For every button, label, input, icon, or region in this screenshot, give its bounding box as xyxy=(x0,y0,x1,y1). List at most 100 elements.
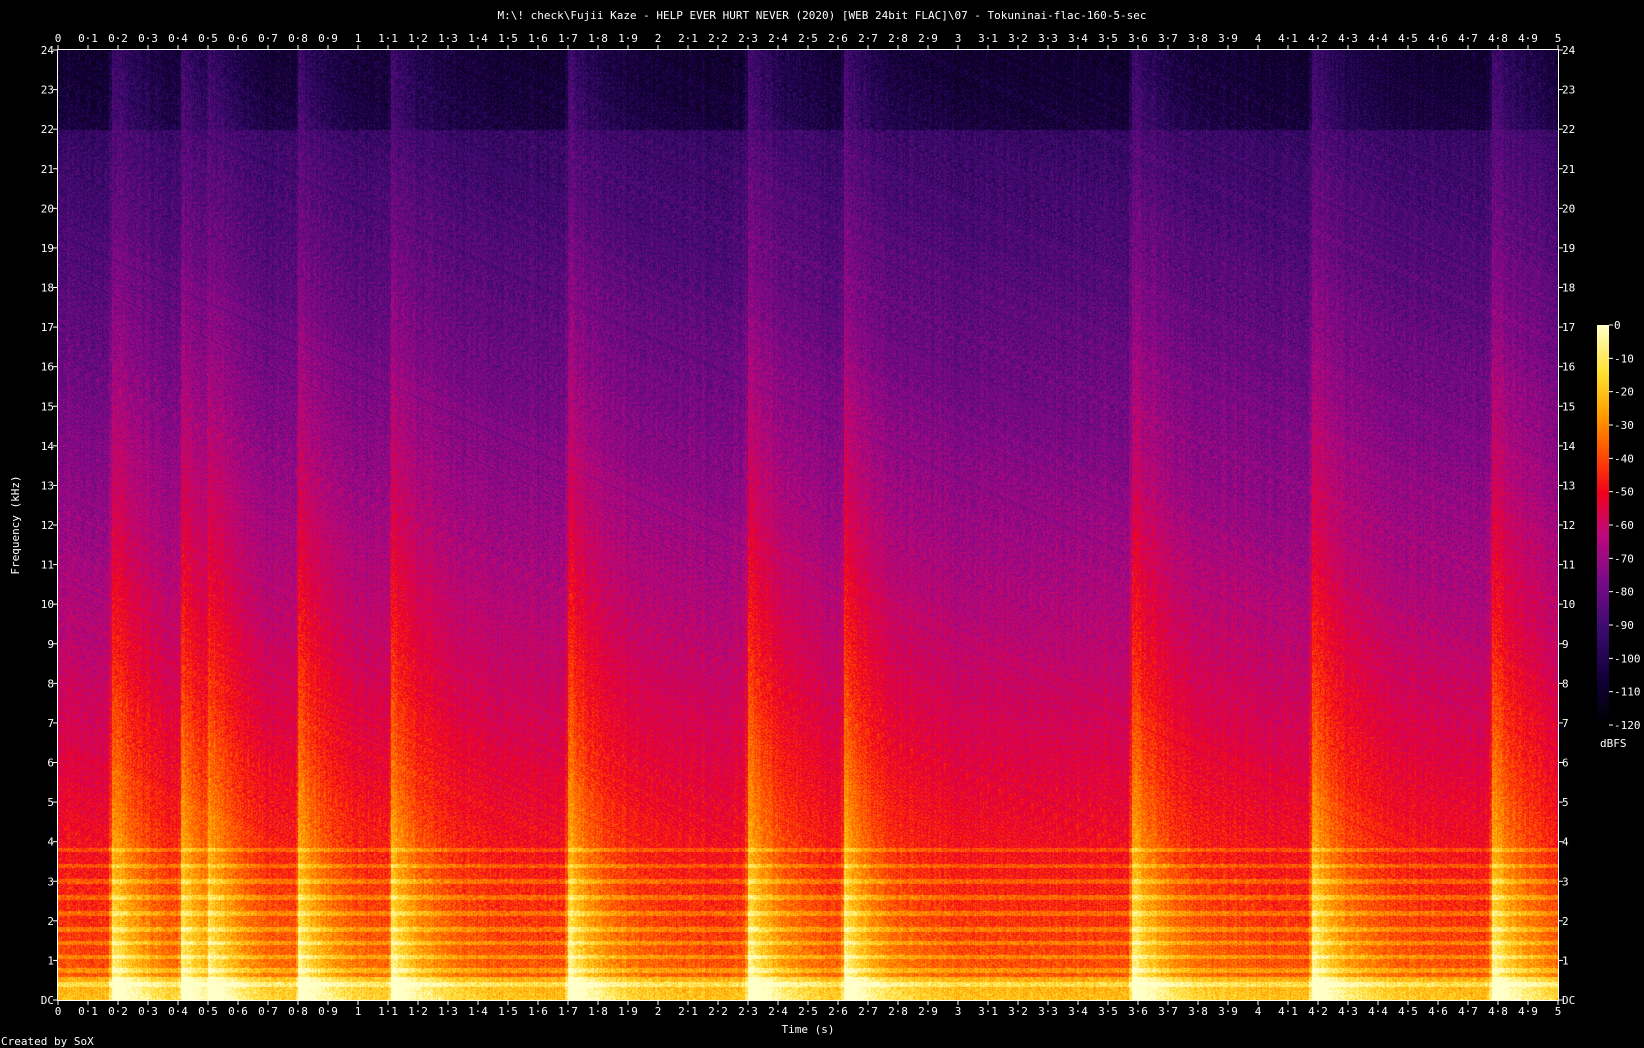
x-tick-label-top: 3·6 xyxy=(1128,32,1148,45)
x-tick-label-bottom: 1·1 xyxy=(378,1005,398,1018)
y-tick-label-left: 7 xyxy=(47,717,54,730)
y-tick-label-right: 20 xyxy=(1562,202,1575,215)
x-tick-label-bottom: 3·2 xyxy=(1008,1005,1028,1018)
y-tick-label-left: 10 xyxy=(41,598,54,611)
y-tick-label-left: 23 xyxy=(41,84,54,97)
y-tick-label-right: 18 xyxy=(1562,282,1575,295)
colorbar-tick-label: -120 xyxy=(1614,719,1641,732)
x-tick-label-top: 0 xyxy=(55,32,62,45)
x-tick-label-top: 4·7 xyxy=(1458,32,1478,45)
y-tick-label-left: 21 xyxy=(41,163,54,176)
x-tick-label-bottom: 3·3 xyxy=(1038,1005,1058,1018)
x-tick-label-bottom: 2·3 xyxy=(738,1005,758,1018)
y-tick-label-right: 1 xyxy=(1562,954,1569,967)
x-tick-label-top: 0·5 xyxy=(198,32,218,45)
x-tick-label-bottom: 3·1 xyxy=(978,1005,998,1018)
x-tick-label-bottom: 1·6 xyxy=(528,1005,548,1018)
x-tick-label-top: 2·1 xyxy=(678,32,698,45)
x-tick-label-top: 1·2 xyxy=(408,32,428,45)
spectrogram-plot-area xyxy=(58,50,1558,1000)
x-tick-label-bottom: 2·4 xyxy=(768,1005,788,1018)
x-tick-label-bottom: 4·4 xyxy=(1368,1005,1388,1018)
x-tick-label-top: 4·8 xyxy=(1488,32,1508,45)
x-tick-label-top: 0·7 xyxy=(258,32,278,45)
x-tick-label-bottom: 2·1 xyxy=(678,1005,698,1018)
x-tick-label-bottom: 0·5 xyxy=(198,1005,218,1018)
x-tick-label-top: 4·5 xyxy=(1398,32,1418,45)
y-tick-label-right: 19 xyxy=(1562,242,1575,255)
x-tick-label-top: 4·9 xyxy=(1518,32,1538,45)
y-tick-label-right: 11 xyxy=(1562,559,1575,572)
x-axis-bottom: 0 0·1 0·2 0·3 0·4 0·5 0·6 0·7 0·8 0·9 1 1·1 1·2 1·3 1·… xyxy=(55,1000,1562,1018)
colorbar-tick-label: -20 xyxy=(1614,386,1634,399)
x-tick-label-top: 2·6 xyxy=(828,32,848,45)
x-tick-label-top: 3·9 xyxy=(1218,32,1238,45)
colorbar xyxy=(1597,325,1609,725)
y-axis-left: DC12345678910111213141516171819202122232… xyxy=(41,44,58,1007)
y-tick-label-left: 19 xyxy=(41,242,54,255)
x-tick-label-bottom: 0·2 xyxy=(108,1005,128,1018)
x-tick-label-bottom: 0·1 xyxy=(78,1005,98,1018)
x-tick-label-top: 3·3 xyxy=(1038,32,1058,45)
y-tick-label-right: 6 xyxy=(1562,757,1569,770)
colorbar-tick-label: -80 xyxy=(1614,586,1634,599)
x-tick-label-bottom: 4·5 xyxy=(1398,1005,1418,1018)
colorbar-tick-label: -70 xyxy=(1614,552,1634,565)
colorbar-tick-label: -10 xyxy=(1614,352,1634,365)
colorbar-tick-label: -40 xyxy=(1614,452,1634,465)
colorbar-tick-label: -50 xyxy=(1614,486,1634,499)
y-tick-label-left: 9 xyxy=(47,638,54,651)
chart-title: M:\! check\Fujii Kaze - HELP EVER HURT N… xyxy=(497,9,1146,22)
y-tick-label-right: 23 xyxy=(1562,84,1575,97)
y-tick-label-right: 3 xyxy=(1562,875,1569,888)
x-tick-label-bottom: 5 xyxy=(1555,1005,1562,1018)
x-axis-label: Time (s) xyxy=(782,1023,835,1036)
y-tick-label-right: 9 xyxy=(1562,638,1569,651)
x-tick-label-bottom: 0·9 xyxy=(318,1005,338,1018)
x-tick-label-bottom: 1·2 xyxy=(408,1005,428,1018)
footer-credit: Created by SoX xyxy=(1,1035,94,1048)
y-tick-label-left: 15 xyxy=(41,400,54,413)
x-tick-label-bottom: 0 xyxy=(55,1005,62,1018)
x-tick-label-bottom: 1·4 xyxy=(468,1005,488,1018)
x-tick-label-top: 4·6 xyxy=(1428,32,1448,45)
y-tick-label-right: 15 xyxy=(1562,400,1575,413)
y-tick-label-right: 24 xyxy=(1562,44,1576,57)
y-tick-label-left: 12 xyxy=(41,519,54,532)
x-tick-label-top: 1·1 xyxy=(378,32,398,45)
x-tick-label-bottom: 1·9 xyxy=(618,1005,638,1018)
y-tick-label-left: 4 xyxy=(47,836,54,849)
y-tick-label-right: 10 xyxy=(1562,598,1575,611)
x-tick-label-bottom: 3·7 xyxy=(1158,1005,1178,1018)
y-axis-label: Frequency (kHz) xyxy=(9,475,22,574)
x-tick-label-top: 1·6 xyxy=(528,32,548,45)
x-tick-label-bottom: 4·8 xyxy=(1488,1005,1508,1018)
x-tick-label-top: 0·3 xyxy=(138,32,158,45)
x-tick-label-top: 0·6 xyxy=(228,32,248,45)
x-tick-label-top: 0·9 xyxy=(318,32,338,45)
colorbar-tick-label: -110 xyxy=(1614,686,1641,699)
y-tick-label-right: 12 xyxy=(1562,519,1575,532)
x-tick-label-bottom: 3 xyxy=(955,1005,962,1018)
x-tick-label-top: 1·8 xyxy=(588,32,608,45)
colorbar-tick-label: -60 xyxy=(1614,519,1634,532)
x-tick-label-top: 1 xyxy=(355,32,362,45)
y-tick-label-right: 2 xyxy=(1562,915,1569,928)
x-tick-label-bottom: 1·3 xyxy=(438,1005,458,1018)
x-tick-label-top: 2·7 xyxy=(858,32,878,45)
x-tick-label-top: 0·8 xyxy=(288,32,308,45)
y-tick-label-right: 5 xyxy=(1562,796,1569,809)
x-tick-label-top: 4 xyxy=(1255,32,1262,45)
x-tick-label-bottom: 4·7 xyxy=(1458,1005,1478,1018)
x-tick-label-top: 3·7 xyxy=(1158,32,1178,45)
y-tick-label-left: 24 xyxy=(41,44,55,57)
x-tick-label-bottom: 4·3 xyxy=(1338,1005,1358,1018)
x-tick-label-top: 3·5 xyxy=(1098,32,1118,45)
y-tick-label-right: 17 xyxy=(1562,321,1575,334)
y-tick-label-left: 6 xyxy=(47,757,54,770)
y-tick-label-left: 8 xyxy=(47,677,54,690)
x-tick-label-bottom: 2·5 xyxy=(798,1005,818,1018)
colorbar-label: dBFS xyxy=(1600,737,1627,750)
y-tick-label-left: 16 xyxy=(41,361,54,374)
x-tick-label-top: 2·9 xyxy=(918,32,938,45)
